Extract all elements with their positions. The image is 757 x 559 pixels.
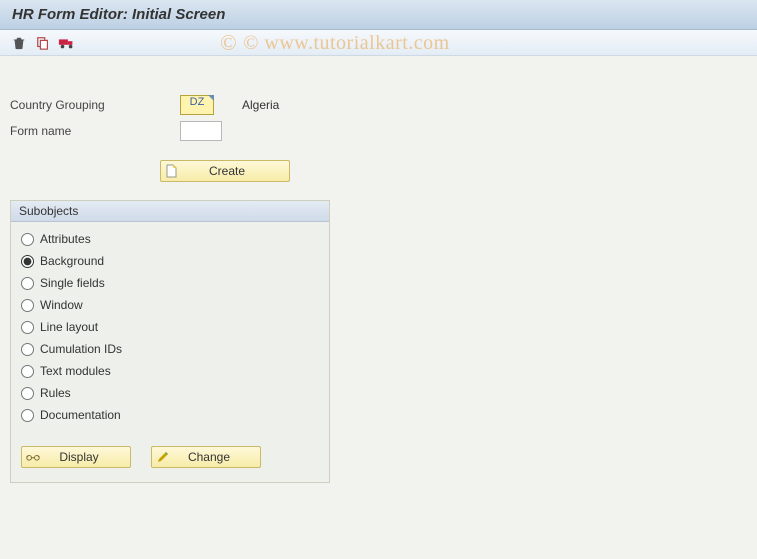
- form-name-label: Form name: [10, 124, 180, 138]
- form-name-input[interactable]: [180, 121, 222, 141]
- page-title-text: HR Form Editor: Initial Screen: [12, 6, 225, 23]
- subobject-radio-label: Cumulation IDs: [40, 342, 122, 356]
- content-area: Country Grouping DZ Algeria Form name Cr…: [0, 56, 757, 493]
- country-grouping-label: Country Grouping: [10, 98, 180, 112]
- subobject-radio-label: Single fields: [40, 276, 105, 290]
- subobject-radio-input[interactable]: [21, 365, 34, 378]
- truck-icon[interactable]: [58, 34, 76, 52]
- subobject-radio-input[interactable]: [21, 387, 34, 400]
- subobject-radio-window[interactable]: Window: [21, 294, 319, 316]
- subobject-radio-label: Documentation: [40, 408, 121, 422]
- subobject-radio-input[interactable]: [21, 233, 34, 246]
- subobjects-group: Subobjects Attributes Background Single fi…: [10, 200, 330, 483]
- subobject-radio-cumulation-ids[interactable]: Cumulation IDs: [21, 338, 319, 360]
- subobject-radio-label: Line layout: [40, 320, 98, 334]
- subobject-radio-text-modules[interactable]: Text modules: [21, 360, 319, 382]
- country-grouping-desc: Algeria: [242, 98, 279, 112]
- change-button[interactable]: Change: [151, 446, 261, 468]
- trash-icon[interactable]: [10, 34, 28, 52]
- row-create: Create: [160, 160, 747, 182]
- subobject-radio-single-fields[interactable]: Single fields: [21, 272, 319, 294]
- create-button[interactable]: Create: [160, 160, 290, 182]
- create-button-label: Create: [175, 164, 279, 178]
- subobject-radio-background[interactable]: Background: [21, 250, 319, 272]
- row-form-name: Form name: [10, 120, 747, 142]
- subobject-radio-input[interactable]: [21, 321, 34, 334]
- subobject-radio-input[interactable]: [21, 343, 34, 356]
- subobject-radio-line-layout[interactable]: Line layout: [21, 316, 319, 338]
- subobject-radio-label: Rules: [40, 386, 71, 400]
- display-button[interactable]: Display: [21, 446, 131, 468]
- subobject-radio-label: Background: [40, 254, 104, 268]
- copy-icon[interactable]: [34, 34, 52, 52]
- change-button-label: Change: [168, 450, 250, 464]
- subobject-radio-label: Window: [40, 298, 83, 312]
- subobject-radio-label: Attributes: [40, 232, 91, 246]
- subobject-radio-rules[interactable]: Rules: [21, 382, 319, 404]
- toolbar: [0, 30, 757, 56]
- subobject-radio-input[interactable]: [21, 255, 34, 268]
- action-row: Display Change: [21, 446, 329, 468]
- row-country-grouping: Country Grouping DZ Algeria: [10, 94, 747, 116]
- subobjects-header: Subobjects: [11, 201, 329, 222]
- subobject-radio-input[interactable]: [21, 409, 34, 422]
- subobject-radio-input[interactable]: [21, 277, 34, 290]
- page-title: HR Form Editor: Initial Screen: [0, 0, 757, 30]
- subobject-radio-documentation[interactable]: Documentation: [21, 404, 319, 426]
- subobject-radio-input[interactable]: [21, 299, 34, 312]
- country-grouping-input[interactable]: DZ: [180, 95, 214, 115]
- display-button-label: Display: [38, 450, 120, 464]
- subobject-radio-label: Text modules: [40, 364, 111, 378]
- subobjects-radio-list: Attributes Background Single fields Window L…: [11, 222, 329, 428]
- subobject-radio-attributes[interactable]: Attributes: [21, 228, 319, 250]
